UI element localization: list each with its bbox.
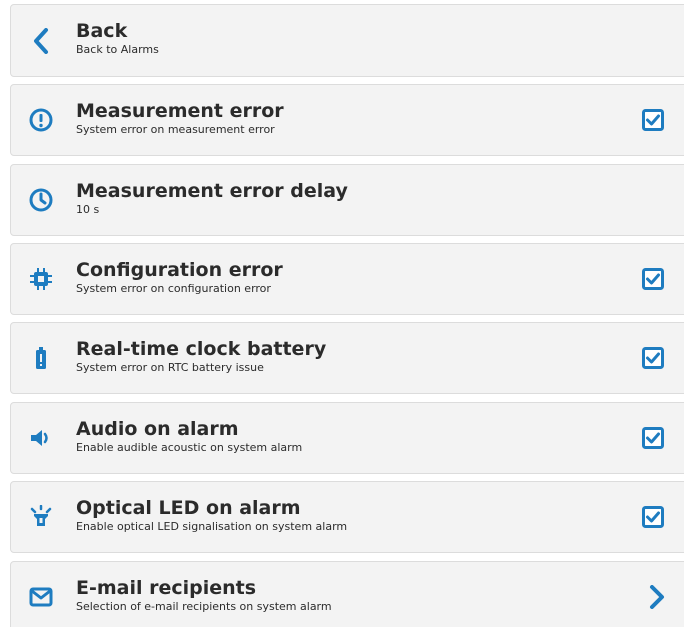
row-title: E-mail recipients <box>76 577 257 599</box>
row-subtitle: System error on configuration error <box>76 282 271 295</box>
row-subtitle: System error on measurement error <box>76 123 275 136</box>
row-configuration-error[interactable]: Configuration error System error on conf… <box>10 243 684 315</box>
alarm-settings-list: Back Back to Alarms Measurement error Sy… <box>0 0 684 627</box>
exclamation-circle-icon <box>28 107 54 133</box>
row-title: Optical LED on alarm <box>76 497 301 519</box>
optical-led-checkbox[interactable] <box>642 506 664 528</box>
back-subtitle: Back to Alarms <box>76 43 159 56</box>
row-subtitle: Enable audible acoustic on system alarm <box>76 441 303 454</box>
chevron-left-icon <box>28 27 54 54</box>
row-subtitle: System error on RTC battery issue <box>76 361 264 374</box>
row-title: Configuration error <box>76 259 283 281</box>
chevron-right-icon[interactable] <box>649 585 665 609</box>
back-title: Back <box>76 20 128 42</box>
battery-alert-icon <box>28 345 54 371</box>
measurement-error-checkbox[interactable] <box>642 109 664 131</box>
back-row[interactable]: Back Back to Alarms <box>10 4 684 77</box>
rtc-battery-checkbox[interactable] <box>642 347 664 369</box>
envelope-icon <box>28 584 54 610</box>
row-title: Audio on alarm <box>76 418 239 440</box>
speaker-icon <box>28 425 54 451</box>
beacon-icon <box>28 504 54 530</box>
row-measurement-error[interactable]: Measurement error System error on measur… <box>10 84 684 156</box>
row-subtitle: Selection of e-mail recipients on system… <box>76 600 332 613</box>
chip-icon <box>28 266 54 292</box>
audio-on-alarm-checkbox[interactable] <box>642 427 664 449</box>
row-email-recipients[interactable]: E-mail recipients Selection of e-mail re… <box>10 561 684 627</box>
row-rtc-battery[interactable]: Real-time clock battery System error on … <box>10 322 684 394</box>
row-optical-led-on-alarm[interactable]: Optical LED on alarm Enable optical LED … <box>10 481 684 553</box>
row-subtitle: Enable optical LED signalisation on syst… <box>76 520 348 533</box>
clock-icon <box>28 187 54 213</box>
row-title: Real-time clock battery <box>76 338 327 360</box>
row-measurement-error-delay[interactable]: Measurement error delay 10 s <box>10 164 684 236</box>
row-audio-on-alarm[interactable]: Audio on alarm Enable audible acoustic o… <box>10 402 684 474</box>
configuration-error-checkbox[interactable] <box>642 268 664 290</box>
row-title: Measurement error <box>76 100 284 122</box>
row-title: Measurement error delay <box>76 180 348 202</box>
row-subtitle: 10 s <box>76 203 100 216</box>
